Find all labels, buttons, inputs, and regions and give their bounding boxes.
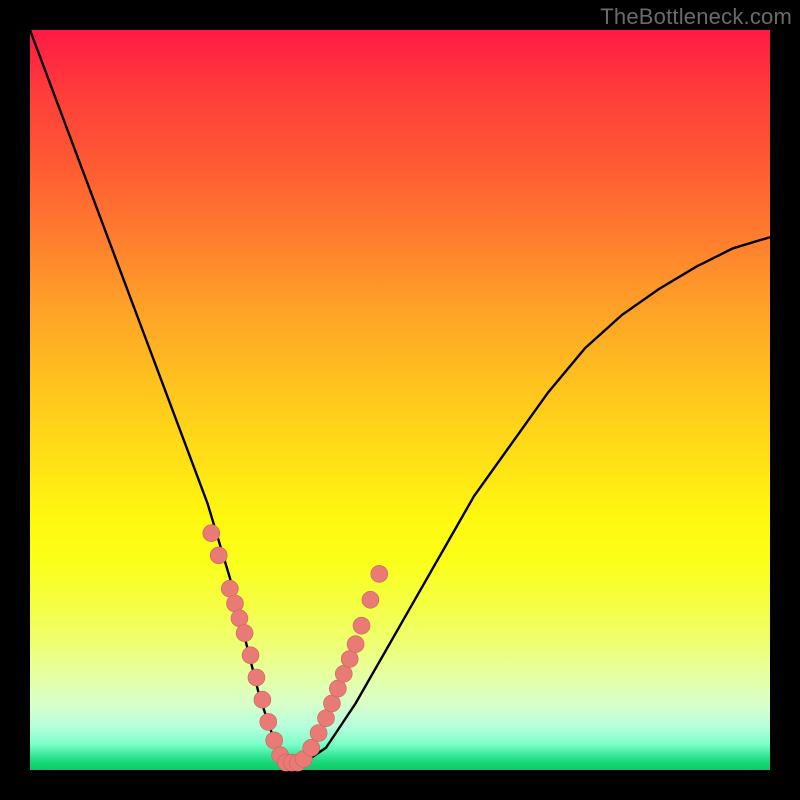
- dot: [362, 591, 379, 608]
- dot: [248, 669, 265, 686]
- dot: [242, 647, 259, 664]
- dot: [254, 691, 271, 708]
- dot: [231, 610, 248, 627]
- highlight-dots: [203, 525, 388, 771]
- dot: [310, 725, 327, 742]
- bottleneck-curve: [30, 30, 770, 763]
- dot: [353, 617, 370, 634]
- chart-frame: TheBottleneck.com: [0, 0, 800, 800]
- dot: [371, 565, 388, 582]
- dot: [210, 547, 227, 564]
- chart-svg: [30, 30, 770, 770]
- dot: [260, 713, 277, 730]
- dot: [203, 525, 220, 542]
- dot: [341, 651, 358, 668]
- plot-area: [30, 30, 770, 770]
- dot: [226, 595, 243, 612]
- dot: [303, 739, 320, 756]
- dot: [323, 695, 340, 712]
- dot: [347, 636, 364, 653]
- dot: [221, 580, 238, 597]
- dot: [329, 680, 346, 697]
- dot: [318, 710, 335, 727]
- dot: [266, 732, 283, 749]
- watermark-text: TheBottleneck.com: [600, 4, 792, 30]
- dot: [335, 665, 352, 682]
- dot: [236, 625, 253, 642]
